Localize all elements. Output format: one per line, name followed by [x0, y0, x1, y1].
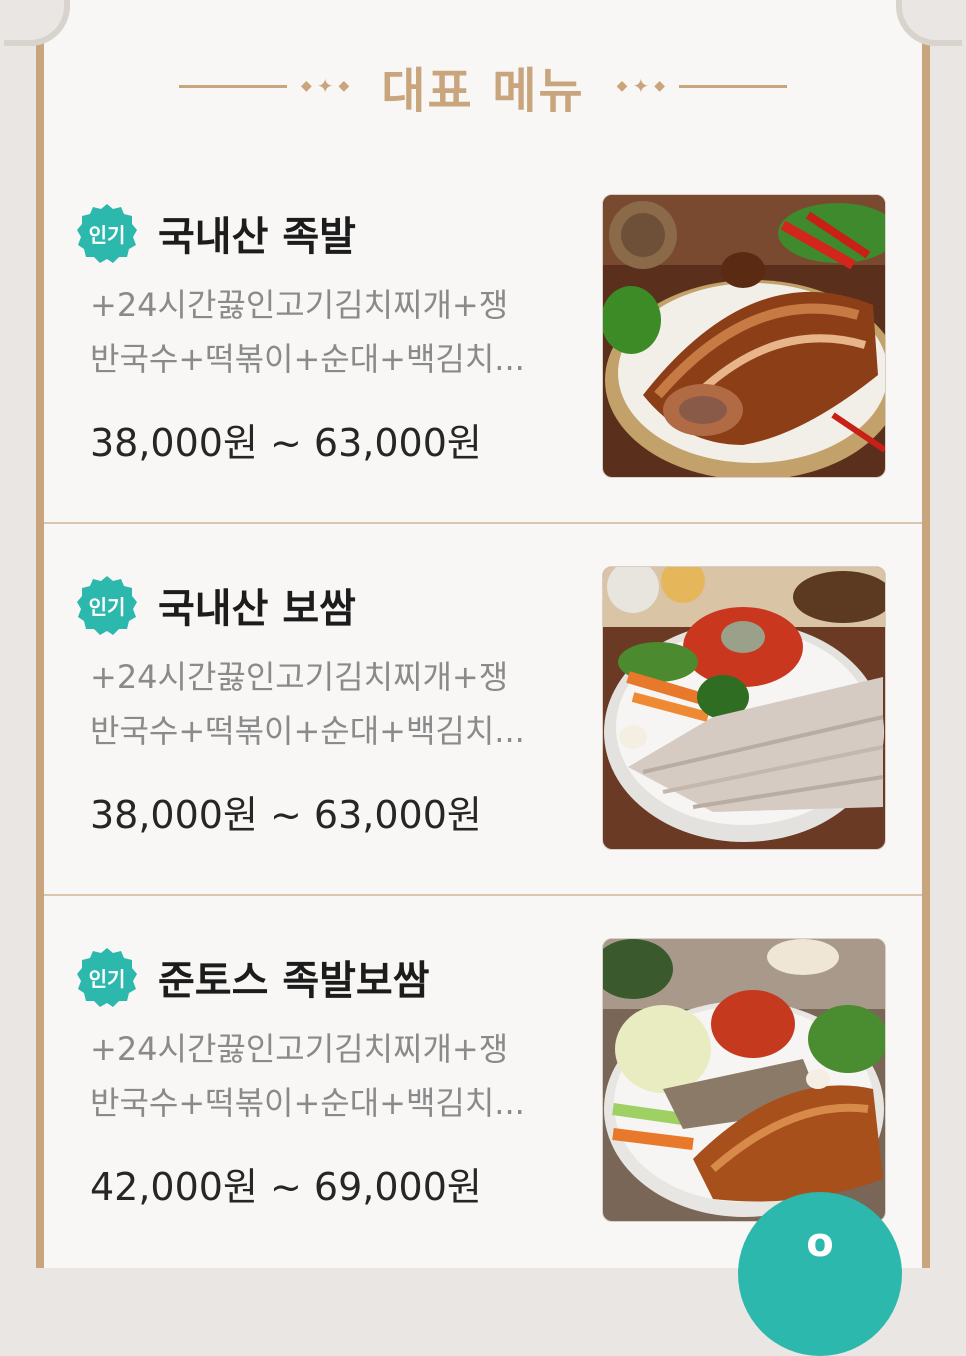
header-divider-line	[178, 84, 287, 88]
menu-item[interactable]: 인기 국내산 족발 +24시간끓인고기김치찌개+쟁 반국수+떡볶이+순대+백김치…	[44, 150, 922, 524]
menu-item-price: 38,000원 ~ 63,000원	[90, 793, 482, 837]
menu-item-name[interactable]: 국내산 족발	[158, 202, 356, 264]
section-title: 대표 메뉴	[381, 63, 585, 119]
popular-badge: 인기	[76, 574, 138, 636]
floating-action-icon: o	[806, 1220, 834, 1266]
diamond-ornament-icon: ◆ ✦ ◆	[616, 74, 665, 98]
bossam-photo[interactable]	[602, 566, 886, 850]
popular-badge: 인기	[76, 202, 138, 264]
menu-item-description: +24시간끓인고기김치찌개+쟁 반국수+떡볶이+순대+백김치...	[90, 286, 525, 378]
menu-item-price: 38,000원 ~ 63,000원	[90, 421, 482, 465]
menu-item-name[interactable]: 국내산 보쌈	[158, 574, 356, 636]
floating-action-button[interactable]: o	[738, 1192, 902, 1356]
section-header: ◆ ✦ ◆ 대표 메뉴 ◆ ✦ ◆	[44, 48, 922, 124]
menu-item-description: +24시간끓인고기김치찌개+쟁 반국수+떡볶이+순대+백김치...	[90, 658, 525, 750]
diamond-ornament-icon: ◆ ✦ ◆	[300, 74, 350, 98]
menu-item-name[interactable]: 준토스 족발보쌈	[158, 946, 430, 1008]
menu-item[interactable]: 인기 국내산 보쌈 +24시간끓인고기김치찌개+쟁 반국수+떡볶이+순대+백김치…	[44, 522, 922, 896]
menu-item-description: +24시간끓인고기김치찌개+쟁 반국수+떡볶이+순대+백김치...	[90, 1030, 525, 1122]
header-divider-line	[679, 84, 787, 88]
jokbal-photo[interactable]	[602, 194, 886, 478]
frame-corner-decoration	[4, 0, 70, 46]
menu-item-price: 42,000원 ~ 69,000원	[90, 1165, 482, 1209]
menu-panel: ◆ ✦ ◆ 대표 메뉴 ◆ ✦ ◆ 인기 국내산 족발 +24시간끓인고기김치찌개+쟁 …	[4, 0, 962, 1268]
popular-badge: 인기	[76, 946, 138, 1008]
jokbal-bossam-photo[interactable]	[602, 938, 886, 1222]
frame-corner-decoration	[896, 0, 962, 46]
